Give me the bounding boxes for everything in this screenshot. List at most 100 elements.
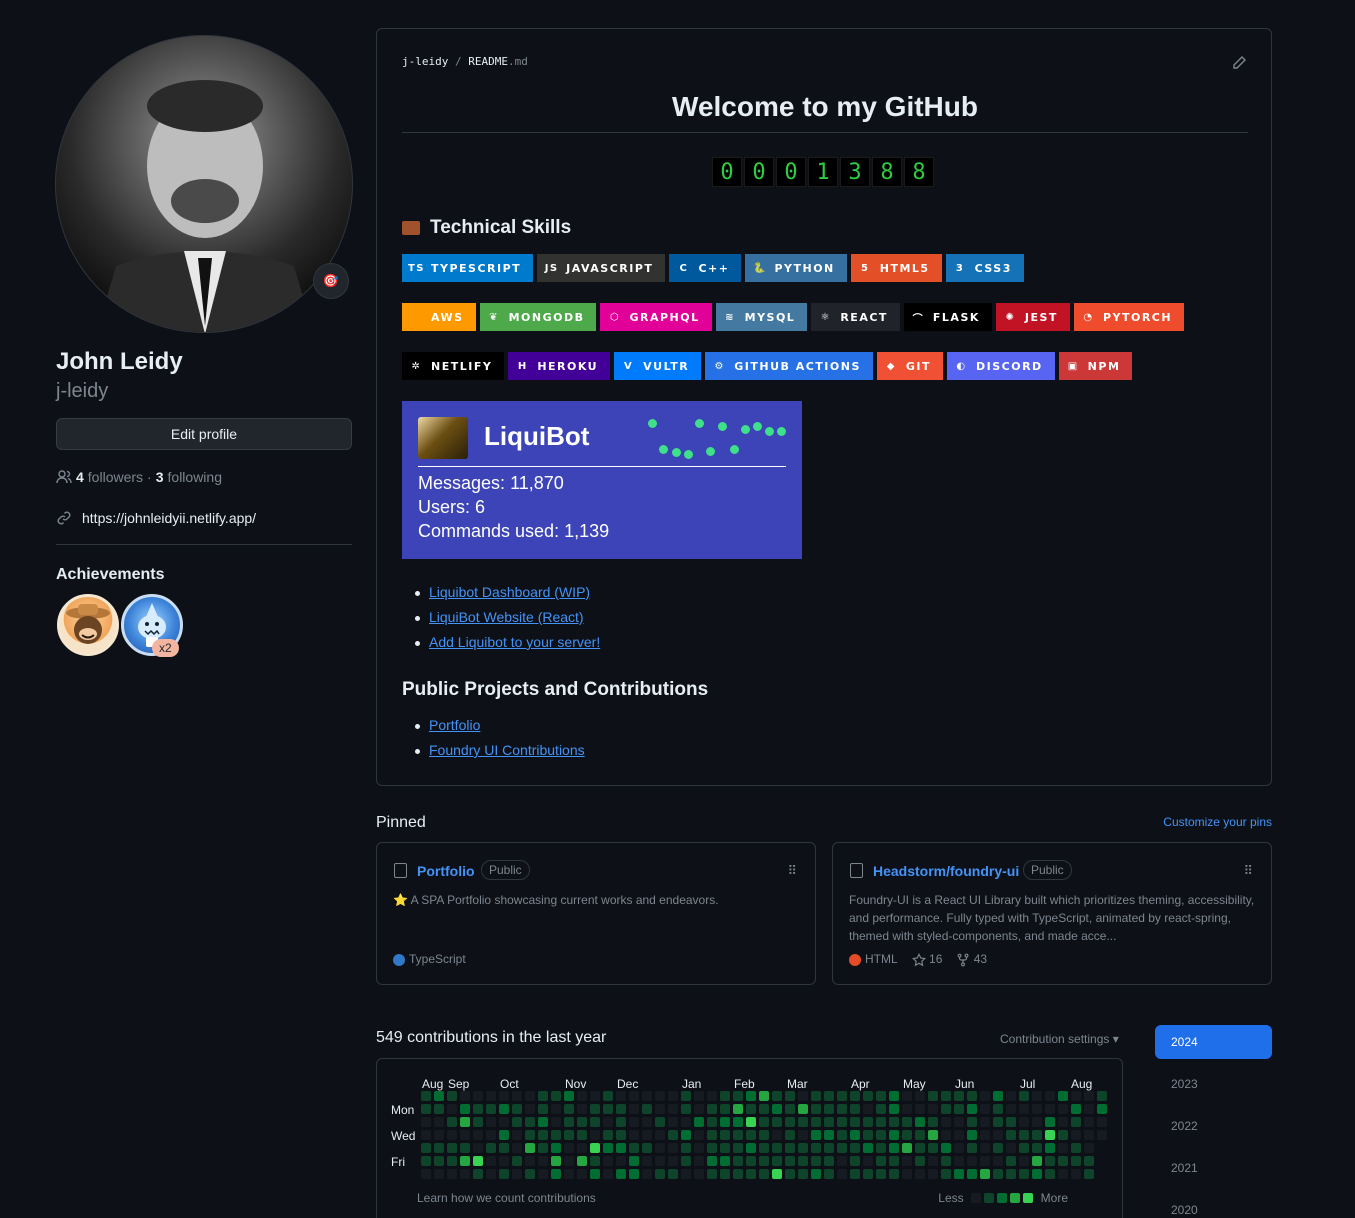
contribution-day[interactable] bbox=[954, 1143, 964, 1153]
contribution-day[interactable] bbox=[668, 1169, 678, 1179]
contribution-day[interactable] bbox=[993, 1169, 1003, 1179]
contribution-day[interactable] bbox=[681, 1143, 691, 1153]
contribution-day[interactable] bbox=[759, 1143, 769, 1153]
contribution-day[interactable] bbox=[655, 1104, 665, 1114]
learn-contributions-link[interactable]: Learn how we count contributions bbox=[417, 1191, 596, 1205]
contribution-day[interactable] bbox=[616, 1169, 626, 1179]
contribution-day[interactable] bbox=[954, 1130, 964, 1140]
contribution-day[interactable] bbox=[733, 1091, 743, 1101]
contribution-day[interactable] bbox=[629, 1143, 639, 1153]
contribution-day[interactable] bbox=[954, 1117, 964, 1127]
followers-link[interactable]: followers bbox=[88, 469, 143, 485]
contribution-day[interactable] bbox=[590, 1156, 600, 1166]
contribution-day[interactable] bbox=[421, 1091, 431, 1101]
contribution-day[interactable] bbox=[1084, 1130, 1094, 1140]
contribution-day[interactable] bbox=[837, 1130, 847, 1140]
contribution-day[interactable] bbox=[577, 1143, 587, 1153]
contribution-day[interactable] bbox=[902, 1130, 912, 1140]
contribution-day[interactable] bbox=[876, 1117, 886, 1127]
contribution-day[interactable] bbox=[681, 1130, 691, 1140]
contribution-day[interactable] bbox=[902, 1169, 912, 1179]
contribution-day[interactable] bbox=[681, 1117, 691, 1127]
contribution-day[interactable] bbox=[1071, 1143, 1081, 1153]
profile-avatar[interactable] bbox=[55, 35, 353, 333]
contribution-day[interactable] bbox=[902, 1156, 912, 1166]
contribution-day[interactable] bbox=[798, 1117, 808, 1127]
contribution-day[interactable] bbox=[928, 1104, 938, 1114]
contribution-day[interactable] bbox=[512, 1104, 522, 1114]
contribution-day[interactable] bbox=[1019, 1091, 1029, 1101]
contribution-day[interactable] bbox=[447, 1156, 457, 1166]
contribution-day[interactable] bbox=[616, 1130, 626, 1140]
contribution-day[interactable] bbox=[603, 1130, 613, 1140]
contribution-day[interactable] bbox=[798, 1143, 808, 1153]
contribution-day[interactable] bbox=[694, 1091, 704, 1101]
contribution-day[interactable] bbox=[551, 1169, 561, 1179]
contribution-day[interactable] bbox=[837, 1156, 847, 1166]
contribution-day[interactable] bbox=[720, 1156, 730, 1166]
contribution-day[interactable] bbox=[863, 1117, 873, 1127]
contribution-day[interactable] bbox=[837, 1104, 847, 1114]
foundry-ui-link[interactable]: Foundry UI Contributions bbox=[429, 742, 585, 758]
contribution-day[interactable] bbox=[798, 1104, 808, 1114]
contribution-day[interactable] bbox=[759, 1117, 769, 1127]
contribution-day[interactable] bbox=[421, 1117, 431, 1127]
add-liquibot-link[interactable]: Add Liquibot to your server! bbox=[429, 634, 600, 650]
contribution-day[interactable] bbox=[512, 1156, 522, 1166]
contribution-day[interactable] bbox=[421, 1130, 431, 1140]
contribution-day[interactable] bbox=[772, 1130, 782, 1140]
contribution-day[interactable] bbox=[954, 1104, 964, 1114]
contribution-day[interactable] bbox=[1058, 1143, 1068, 1153]
contribution-day[interactable] bbox=[1019, 1117, 1029, 1127]
contribution-day[interactable] bbox=[616, 1091, 626, 1101]
contribution-day[interactable] bbox=[928, 1130, 938, 1140]
contribution-day[interactable] bbox=[603, 1169, 613, 1179]
contribution-day[interactable] bbox=[1071, 1091, 1081, 1101]
contribution-day[interactable] bbox=[824, 1117, 834, 1127]
contribution-day[interactable] bbox=[863, 1104, 873, 1114]
contribution-day[interactable] bbox=[460, 1130, 470, 1140]
contribution-day[interactable] bbox=[824, 1156, 834, 1166]
contribution-day[interactable] bbox=[577, 1130, 587, 1140]
contribution-day[interactable] bbox=[447, 1143, 457, 1153]
contribution-day[interactable] bbox=[538, 1143, 548, 1153]
contribution-day[interactable] bbox=[434, 1104, 444, 1114]
contribution-day[interactable] bbox=[811, 1091, 821, 1101]
contribution-day[interactable] bbox=[876, 1104, 886, 1114]
contribution-day[interactable] bbox=[538, 1169, 548, 1179]
contribution-day[interactable] bbox=[434, 1143, 444, 1153]
contribution-day[interactable] bbox=[772, 1156, 782, 1166]
contribution-day[interactable] bbox=[915, 1091, 925, 1101]
contribution-day[interactable] bbox=[1045, 1130, 1055, 1140]
contribution-day[interactable] bbox=[863, 1143, 873, 1153]
contribution-day[interactable] bbox=[681, 1169, 691, 1179]
contribution-day[interactable] bbox=[460, 1156, 470, 1166]
contribution-day[interactable] bbox=[421, 1143, 431, 1153]
contribution-day[interactable] bbox=[980, 1156, 990, 1166]
contribution-day[interactable] bbox=[707, 1169, 717, 1179]
contribution-day[interactable] bbox=[668, 1117, 678, 1127]
contribution-day[interactable] bbox=[889, 1130, 899, 1140]
contribution-day[interactable] bbox=[551, 1117, 561, 1127]
contribution-day[interactable] bbox=[694, 1104, 704, 1114]
contribution-day[interactable] bbox=[551, 1130, 561, 1140]
contribution-day[interactable] bbox=[980, 1104, 990, 1114]
contribution-day[interactable] bbox=[473, 1143, 483, 1153]
contribution-day[interactable] bbox=[434, 1169, 444, 1179]
contribution-day[interactable] bbox=[863, 1130, 873, 1140]
contribution-day[interactable] bbox=[967, 1156, 977, 1166]
contribution-day[interactable] bbox=[616, 1117, 626, 1127]
set-status-button[interactable]: 🎯 bbox=[313, 263, 349, 299]
contribution-day[interactable] bbox=[889, 1117, 899, 1127]
contribution-day[interactable] bbox=[694, 1130, 704, 1140]
contribution-day[interactable] bbox=[785, 1156, 795, 1166]
contribution-day[interactable] bbox=[629, 1117, 639, 1127]
contribution-day[interactable] bbox=[824, 1091, 834, 1101]
contribution-day[interactable] bbox=[967, 1143, 977, 1153]
contribution-day[interactable] bbox=[980, 1143, 990, 1153]
contribution-day[interactable] bbox=[629, 1130, 639, 1140]
contribution-day[interactable] bbox=[1019, 1130, 1029, 1140]
contribution-day[interactable] bbox=[577, 1091, 587, 1101]
contribution-day[interactable] bbox=[642, 1156, 652, 1166]
contribution-day[interactable] bbox=[551, 1143, 561, 1153]
